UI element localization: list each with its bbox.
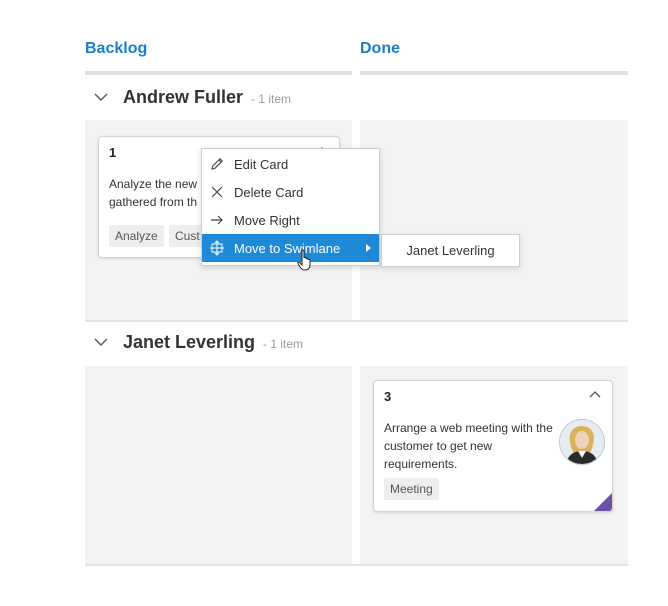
pencil-icon [209, 156, 225, 172]
card-description-line: customer to get new [384, 439, 493, 453]
menu-item-edit-card[interactable]: Edit Card [202, 150, 379, 178]
card-id: 1 [109, 145, 117, 160]
card-priority-corner [594, 493, 612, 511]
swimlane-item-count: - 1 item [251, 92, 292, 106]
submenu-item-janet-leverling[interactable]: Janet Leverling [381, 234, 520, 267]
menu-item-label: Move Right [234, 212, 300, 228]
cell-janet-backlog [85, 366, 352, 564]
card-tag: Meeting [384, 478, 439, 500]
card-description-line: requirements. [384, 457, 458, 471]
swimlane-name: Andrew Fuller [123, 86, 244, 107]
hand-cursor-icon [297, 249, 311, 271]
menu-item-move-right[interactable]: Move Right [202, 206, 379, 234]
menu-item-move-to-swimlane[interactable]: Move to Swimlane [202, 234, 379, 262]
swimlane-header-janet-leverling: Janet Leverling - 1 item [85, 320, 628, 364]
move-icon [209, 240, 225, 256]
arrow-right-icon [209, 212, 225, 228]
card-context-menu: Edit Card Delete Card Move Right Move to… [201, 148, 380, 266]
menu-item-label: Edit Card [234, 156, 289, 172]
swimlane-name: Janet Leverling [123, 331, 256, 352]
kanban-board: Backlog Done Andrew Fuller - 1 item 1 An… [0, 0, 668, 606]
swimlane-header-andrew-fuller: Andrew Fuller - 1 item [85, 75, 628, 119]
cell-andrew-done [360, 120, 628, 320]
chevron-down-icon[interactable] [91, 332, 111, 352]
column-header-backlog[interactable]: Backlog [85, 40, 147, 58]
card-description-line: Analyze the new r [109, 177, 205, 191]
card-description-line: Arrange a web meeting with the [384, 421, 553, 435]
chevron-down-icon[interactable] [91, 87, 111, 107]
swimlane-divider [85, 564, 628, 566]
menu-item-delete-card[interactable]: Delete Card [202, 178, 379, 206]
avatar [559, 419, 605, 465]
card-3[interactable]: 3 Arrange a web meeting with the custome… [373, 380, 613, 512]
card-tag: Analyze [109, 225, 164, 247]
card-id: 3 [384, 389, 392, 404]
swimlane-item-count: - 1 item [263, 337, 304, 351]
menu-item-label: Move to Swimlane [234, 240, 341, 256]
menu-item-label: Delete Card [234, 184, 304, 200]
close-icon [209, 184, 225, 200]
column-header-done[interactable]: Done [360, 40, 400, 58]
chevron-up-icon[interactable] [588, 389, 602, 399]
caret-right-icon [366, 244, 371, 252]
card-description-line: gathered from th [109, 195, 198, 209]
